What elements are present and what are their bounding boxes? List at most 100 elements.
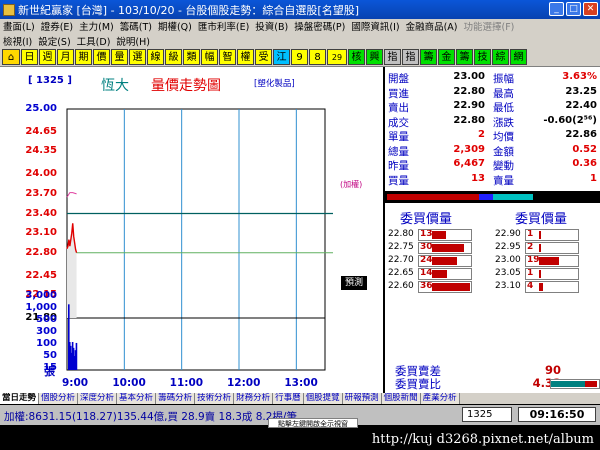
- minimize-icon[interactable]: _: [549, 2, 564, 16]
- quote-value: 22.90: [453, 100, 485, 111]
- quote-label: 漲跌: [493, 116, 514, 129]
- toolbar-button-14[interactable]: 江: [273, 49, 290, 65]
- quote-value: 2,309: [453, 143, 485, 155]
- quote-value: 3.63%: [562, 71, 597, 82]
- menu-item-9[interactable]: 金融商品(A): [403, 19, 461, 33]
- tab-2[interactable]: 深度分析: [78, 393, 118, 404]
- ask-depth-row: 23.10 4: [495, 281, 600, 293]
- quote-row-7: 買量 13 賣量 1: [385, 173, 600, 187]
- close-icon[interactable]: ✕: [583, 2, 598, 16]
- quote-label: 買進: [388, 87, 409, 100]
- toolbar-button-6[interactable]: 選: [129, 49, 146, 65]
- quote-row-0: 開盤 23.00 振幅 3.63%: [385, 71, 600, 85]
- toolbar-button-16[interactable]: 8: [309, 49, 326, 65]
- home-icon[interactable]: ⌂: [2, 49, 20, 65]
- volume-ratio-bar: [385, 191, 600, 203]
- toolbar-button-23[interactable]: 金: [438, 49, 455, 65]
- toolbar-button-21[interactable]: 指: [402, 49, 419, 65]
- bid-depth-row: 22.80 13: [388, 229, 493, 241]
- menu2-item-3[interactable]: 說明(H): [113, 34, 153, 48]
- toolbar-button-11[interactable]: 智: [219, 49, 236, 65]
- order-ratio-row: 委買賣比 4.33: [395, 376, 561, 392]
- menu-item-4[interactable]: 期權(Q): [155, 19, 195, 33]
- quote-row-5: 總量 2,309 金額 0.52: [385, 143, 600, 158]
- quote-value: 23.25: [565, 85, 597, 97]
- menu-item-1[interactable]: 證券(E): [38, 19, 76, 33]
- tab-10[interactable]: 個股新聞: [381, 393, 421, 404]
- toolbar-button-20[interactable]: 指: [384, 49, 401, 65]
- menu-item-10[interactable]: 功能選擇(F): [461, 19, 518, 33]
- function-toolbar: ⌂ 日週月期價量選線級類幅智權受江 9 8 29 核興指指籌金籌技綜網: [0, 48, 600, 67]
- tab-11[interactable]: 產業分析: [420, 393, 460, 404]
- menu-item-2[interactable]: 主力(M): [76, 19, 117, 33]
- tab-4[interactable]: 籌碼分析: [156, 393, 196, 404]
- toolbar-button-10[interactable]: 幅: [201, 49, 218, 65]
- ask-price: 22.90: [495, 229, 521, 239]
- toolbar-button-7[interactable]: 線: [147, 49, 164, 65]
- toolbar-button-1[interactable]: 週: [39, 49, 56, 65]
- menu2-item-1[interactable]: 設定(S): [35, 34, 73, 48]
- toolbar-button-18[interactable]: 核: [348, 49, 365, 65]
- tab-3[interactable]: 基本分析: [117, 393, 157, 404]
- menu-item-6[interactable]: 投資(B): [252, 19, 291, 33]
- menu-item-5[interactable]: 匯市利率(E): [195, 19, 252, 33]
- preview-button[interactable]: 預測: [341, 276, 367, 290]
- maximize-icon[interactable]: □: [566, 2, 581, 16]
- toolbar-button-9[interactable]: 類: [183, 49, 200, 65]
- toolbar-button-25[interactable]: 技: [474, 49, 491, 65]
- toolbar-button-0[interactable]: 日: [21, 49, 38, 65]
- toolbar-button-27[interactable]: 網: [510, 49, 527, 65]
- y-volume-label-2: 500: [36, 314, 57, 325]
- toolbar-button-3[interactable]: 期: [75, 49, 92, 65]
- volume-bar-red: [387, 194, 479, 200]
- toolbar-button-24[interactable]: 籌: [456, 49, 473, 65]
- menu-item-3[interactable]: 籌碼(T): [117, 19, 155, 33]
- bid-depth-row: 22.65 14: [388, 268, 493, 280]
- tab-0[interactable]: 當日走勢: [0, 393, 40, 404]
- menu-item-8[interactable]: 國際資訊(I): [348, 19, 402, 33]
- y-volume-label-1: 1,000: [25, 302, 57, 313]
- bid-price: 22.70: [388, 255, 414, 265]
- menu-item-0[interactable]: 畫面(L): [0, 19, 38, 33]
- menu-item-7[interactable]: 操盤密碼(P): [291, 19, 348, 33]
- toolbar-button-19[interactable]: 興: [366, 49, 383, 65]
- x-time-label-2: 11:00: [169, 377, 204, 389]
- y-volume-label-0: 3,000: [25, 290, 57, 301]
- price-volume-plot[interactable]: [0, 67, 383, 393]
- tab-8[interactable]: 個股提覽: [303, 393, 343, 404]
- quote-value: 22.86: [565, 129, 597, 140]
- quote-label: 單量: [388, 131, 409, 143]
- toolbar-button-5[interactable]: 量: [111, 49, 128, 65]
- toolbar-button-8[interactable]: 級: [165, 49, 182, 65]
- plot-frame: [66, 108, 326, 371]
- status-clock: 09:16:50: [518, 407, 596, 422]
- bid-price: 22.75: [388, 242, 414, 252]
- order-ratio-bar: [550, 379, 600, 389]
- tab-9[interactable]: 研報預測: [342, 393, 382, 404]
- toolbar-button-17[interactable]: 29: [327, 49, 347, 65]
- y-price-label-0: 25.00: [25, 103, 57, 114]
- ask-qty-box: [525, 229, 579, 241]
- toolbar-button-12[interactable]: 權: [237, 49, 254, 65]
- toolbar-button-13[interactable]: 受: [255, 49, 272, 65]
- ask-price: 23.00: [495, 255, 521, 265]
- tab-7[interactable]: 行事曆: [273, 393, 304, 404]
- toolbar-button-22[interactable]: 籌: [420, 49, 437, 65]
- quote-label: 振幅: [493, 73, 514, 85]
- ask-price: 22.95: [495, 242, 521, 252]
- quote-label: 均價: [493, 131, 514, 143]
- toolbar-button-2[interactable]: 月: [57, 49, 74, 65]
- y-volume-label-3: 300: [36, 326, 57, 337]
- menu2-item-0[interactable]: 檢視(I): [0, 34, 35, 48]
- toolbar-button-15[interactable]: 9: [291, 49, 308, 65]
- tab-1[interactable]: 個股分析: [39, 393, 79, 404]
- tab-5[interactable]: 技術分析: [195, 393, 235, 404]
- bid-qty-box: [418, 242, 472, 254]
- toolbar-button-4[interactable]: 價: [93, 49, 110, 65]
- quote-row-2: 賣出 22.90 最低 22.40: [385, 100, 600, 114]
- menu2-item-2[interactable]: 工具(D): [74, 34, 114, 48]
- quote-label: 成交: [388, 116, 409, 129]
- status-code-input[interactable]: 1325: [462, 407, 512, 422]
- tab-6[interactable]: 財務分析: [234, 393, 274, 404]
- toolbar-button-26[interactable]: 綜: [492, 49, 509, 65]
